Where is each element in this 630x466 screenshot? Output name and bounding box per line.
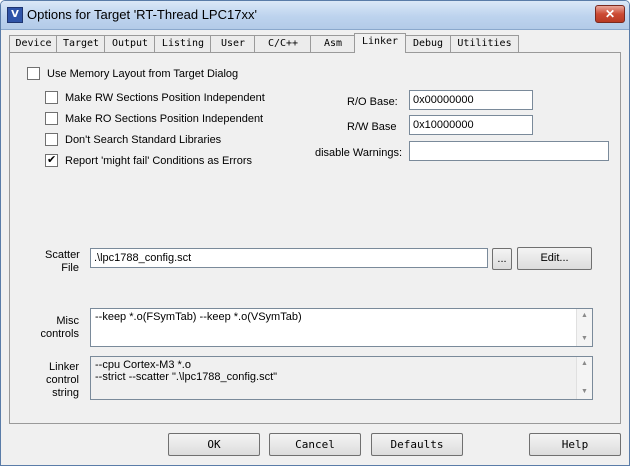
misc-label-controls: controls bbox=[40, 328, 79, 340]
tab-device[interactable]: Device bbox=[9, 35, 58, 52]
tab-target[interactable]: Target bbox=[56, 35, 106, 52]
dialog-button-bar: OK Cancel Defaults Help bbox=[1, 425, 629, 465]
checkbox-box[interactable] bbox=[45, 112, 58, 125]
cancel-button[interactable]: Cancel bbox=[269, 433, 361, 456]
linker-control-label-control: control bbox=[45, 374, 79, 386]
scroll-up-icon[interactable]: ▲ bbox=[577, 357, 592, 371]
browse-button[interactable]: ... bbox=[492, 248, 512, 270]
scroll-down-icon[interactable]: ▼ bbox=[577, 385, 592, 399]
checkbox-label: Make RW Sections Position Independent bbox=[65, 91, 265, 104]
misc-controls-text: --keep *.o(FSymTab) --keep *.o(VSymTab) bbox=[95, 311, 302, 323]
defaults-button[interactable]: Defaults bbox=[371, 433, 463, 456]
disable-warnings-label: disable Warnings: bbox=[315, 147, 403, 159]
title-bar[interactable]: V Options for Target 'RT-Thread LPC17xx'… bbox=[1, 1, 629, 30]
checkbox-box[interactable] bbox=[45, 91, 58, 104]
scroll-down-icon[interactable]: ▼ bbox=[577, 332, 592, 346]
tab-output[interactable]: Output bbox=[104, 35, 156, 52]
linker-control-label-string: string bbox=[52, 387, 79, 399]
scatter-label: Scatter bbox=[45, 249, 80, 261]
linker-control-line: --strict --scatter ".\lpc1788_config.sct… bbox=[95, 371, 278, 383]
checkbox-box[interactable]: ✔ bbox=[45, 153, 58, 167]
ro-position-independent-checkbox[interactable]: Make RO Sections Position Independent bbox=[45, 112, 263, 125]
checkbox-label: Report 'might fail' Conditions as Errors bbox=[65, 154, 252, 167]
tab-cpp[interactable]: C/C++ bbox=[254, 35, 312, 52]
close-button[interactable]: ✕ bbox=[595, 5, 625, 23]
tab-asm[interactable]: Asm bbox=[310, 35, 356, 52]
misc-scrollbar[interactable]: ▲ ▼ bbox=[576, 309, 592, 346]
window-title: Options for Target 'RT-Thread LPC17xx' bbox=[27, 7, 257, 22]
app-icon: V bbox=[7, 7, 23, 23]
linker-control-text: --cpu Cortex-M3 *.o --strict --scatter "… bbox=[95, 359, 277, 383]
tab-debug[interactable]: Debug bbox=[404, 35, 452, 52]
misc-label: Misc bbox=[56, 315, 79, 327]
options-dialog: V Options for Target 'RT-Thread LPC17xx'… bbox=[0, 0, 630, 466]
use-memory-layout-checkbox[interactable]: Use Memory Layout from Target Dialog bbox=[27, 67, 238, 80]
scroll-up-icon[interactable]: ▲ bbox=[577, 309, 592, 323]
checkbox-label: Use Memory Layout from Target Dialog bbox=[47, 67, 239, 80]
no-std-libraries-checkbox[interactable]: Don't Search Standard Libraries bbox=[45, 133, 221, 146]
linker-control-scrollbar[interactable]: ▲ ▼ bbox=[576, 357, 592, 399]
rw-base-label: R/W Base bbox=[347, 121, 397, 133]
scatter-file-input[interactable]: .\lpc1788_config.sct bbox=[90, 248, 488, 268]
ro-base-input[interactable]: 0x00000000 bbox=[409, 90, 533, 110]
disable-warnings-input[interactable] bbox=[409, 141, 609, 161]
might-fail-errors-checkbox[interactable]: ✔ Report 'might fail' Conditions as Erro… bbox=[45, 153, 252, 167]
rw-base-input[interactable]: 0x10000000 bbox=[409, 115, 533, 135]
checkbox-box[interactable] bbox=[27, 67, 40, 80]
rw-position-independent-checkbox[interactable]: Make RW Sections Position Independent bbox=[45, 91, 265, 104]
ok-button[interactable]: OK bbox=[168, 433, 260, 456]
tab-listing[interactable]: Listing bbox=[154, 35, 212, 52]
scatter-label-file: File bbox=[61, 262, 79, 274]
linker-control-label: Linker bbox=[49, 361, 79, 373]
tab-utilities[interactable]: Utilities bbox=[450, 35, 519, 52]
checkbox-label: Don't Search Standard Libraries bbox=[65, 133, 222, 146]
edit-button[interactable]: Edit... bbox=[517, 247, 592, 270]
tab-linker[interactable]: Linker bbox=[354, 33, 406, 53]
help-button[interactable]: Help bbox=[529, 433, 621, 456]
misc-controls-textarea[interactable]: --keep *.o(FSymTab) --keep *.o(VSymTab) … bbox=[90, 308, 593, 347]
linker-control-line: --cpu Cortex-M3 *.o bbox=[95, 359, 191, 371]
checkmark-icon: ✔ bbox=[47, 153, 57, 166]
linker-control-textarea[interactable]: --cpu Cortex-M3 *.o --strict --scatter "… bbox=[90, 356, 593, 400]
checkbox-label: Make RO Sections Position Independent bbox=[65, 112, 264, 125]
ro-base-label: R/O Base: bbox=[347, 96, 398, 108]
tab-user[interactable]: User bbox=[210, 35, 256, 52]
checkbox-box[interactable] bbox=[45, 133, 58, 146]
